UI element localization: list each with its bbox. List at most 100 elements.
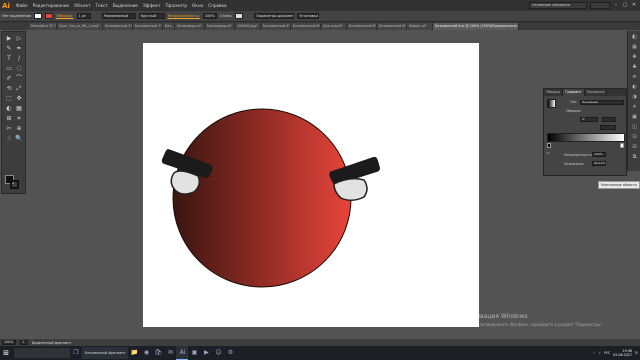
settings-icon[interactable]: ⚙ [224,346,236,360]
slice-tool-icon[interactable]: ✂ [5,125,13,133]
line-tool-icon[interactable]: / [15,55,23,63]
color-panel-icon[interactable]: ◧ [631,34,638,41]
tab-document[interactable]: Картридер.ai* [205,23,235,30]
selection-tool-icon[interactable]: ▶ [5,35,13,43]
tab-document[interactable]: Безымянный-5* [103,23,133,30]
type-tool-icon[interactable]: T [5,55,13,63]
menu-window[interactable]: Окно [192,3,203,8]
reverse-gradient-button[interactable] [600,125,616,130]
tab-document-active[interactable]: Безымянный-8.ai @ 100% (CMYK/Предпросмот… [433,23,519,30]
fill-swatch[interactable] [34,13,43,19]
free-transform-tool-icon[interactable]: ⬚ [5,95,13,103]
artboard-tool-icon[interactable]: ⌗ [15,115,23,123]
shape-builder-tool-icon[interactable]: ✥ [15,95,23,103]
store-icon[interactable]: 🛍 [152,346,164,360]
chat-icon[interactable]: ☺ [212,346,224,360]
mesh-tool-icon[interactable]: ▦ [15,105,23,113]
document-setup-button[interactable]: Параметры документа [254,13,295,19]
scale-tool-icon[interactable]: ⤢ [15,85,23,93]
gradient-preview[interactable] [547,99,556,108]
brushes-panel-icon[interactable]: ✤ [631,54,638,61]
tab-document[interactable]: Календарь.ai* [175,23,205,30]
tab-document[interactable]: 100000.jpg* [235,23,261,30]
menu-help[interactable]: Справка [208,3,226,8]
stroke-color-swatch[interactable] [10,180,19,189]
pen-tool-icon[interactable]: ✒ [15,45,23,53]
tab-document[interactable]: Мелкий.ai @ 7... [29,23,57,30]
menu-edit[interactable]: Редактирование [33,3,70,8]
face-circle[interactable] [172,108,352,288]
align-panel-icon[interactable]: ⊟ [631,144,638,151]
profile-select[interactable]: Равномерный [101,13,136,19]
aspect-ratio-field[interactable] [602,117,616,122]
hand-tool-icon[interactable]: ☝ [5,135,13,143]
stop-opacity-field[interactable]: 100% [592,152,606,157]
taskbar-search[interactable] [14,348,70,358]
menu-effect[interactable]: Эффект [143,3,161,8]
transform-panel-icon[interactable]: ⊡ [631,134,638,141]
menu-select[interactable]: Выделение [113,3,138,8]
taskbar-active-window[interactable]: Безымянный фрагмент [82,347,129,359]
ellipse-tool-icon[interactable]: ◌ [15,65,23,73]
mail-icon[interactable]: ✉ [164,346,176,360]
layers-panel-icon[interactable]: ◫ [631,124,638,131]
stroke-panel-icon[interactable]: ≡ [631,74,638,81]
menu-object[interactable]: Объект [74,3,90,8]
gradient-type-select[interactable]: Линейный [580,100,624,105]
tab-document[interactable]: Безымянный-4* [261,23,291,30]
tab-document[interactable]: Безымянный-7* [133,23,163,30]
transparency-panel-icon[interactable]: ◑ [631,94,638,101]
gradient-panel-icon[interactable]: ◐ [631,84,638,91]
clock[interactable]: 19:56 05.06.2017 [613,349,632,357]
tab-document[interactable]: Ффорт.ai* [407,23,433,30]
opacity-field[interactable]: 100% [202,13,217,19]
stroke-swatch[interactable] [45,13,54,19]
menu-type[interactable]: Текст [96,3,108,8]
direct-selection-tool-icon[interactable]: ▷ [15,35,23,43]
zoom-field[interactable]: 100% [2,340,16,345]
pathfinder-panel-icon[interactable]: ⧉ [631,154,638,161]
graphic-styles-panel-icon[interactable]: ▣ [631,114,638,121]
windows-start-icon[interactable]: ⊞ [0,346,12,360]
illustrator-icon[interactable]: Ai [176,346,189,360]
brush-select[interactable]: Круглый [138,13,165,19]
rectangle-tool-icon[interactable]: ▭ [5,65,13,73]
minimize-icon[interactable]: – [613,2,619,9]
magic-wand-tool-icon[interactable]: ✎ [5,45,13,53]
network-icon[interactable]: ⌔ [593,351,596,356]
swatches-panel-icon[interactable]: ▦ [631,44,638,51]
opacity-link[interactable]: Непрозрачность: [168,14,200,18]
zoom-tool-icon[interactable]: 🔍 [15,135,23,143]
media-icon[interactable]: ▶ [200,346,212,360]
tab-document[interactable]: Безымянный-6* [377,23,407,30]
tab-transparency[interactable]: Прозрачно [585,89,608,96]
preferences-button[interactable]: Установки [297,13,320,19]
gradient-slider[interactable] [547,133,625,142]
browser-icon[interactable]: ◉ [140,346,152,360]
graph-tool-icon[interactable]: ⊞ [5,115,13,123]
gradient-angle-field[interactable]: 0° [580,117,598,122]
notifications-icon[interactable]: ☰ [635,351,638,355]
task-view-icon[interactable]: ❒ [70,346,82,360]
symbols-panel-icon[interactable]: ♣ [631,64,638,71]
volume-icon[interactable]: ♪ [599,351,601,355]
tab-gradient[interactable]: Градиент [563,89,585,96]
search-input[interactable] [590,2,610,9]
close-icon[interactable]: ✕ [631,2,637,9]
tab-document[interactable]: Без... [163,23,175,30]
eyedropper-tool-icon[interactable]: ⊕ [15,125,23,133]
gradient-tool-icon[interactable]: ◐ [5,105,13,113]
menu-file[interactable]: Файл [16,3,28,8]
style-swatch[interactable] [235,13,244,19]
language-indicator[interactable]: РУС [604,351,610,355]
delete-stop-icon[interactable]: ▭ [546,150,552,155]
artboard-number-field[interactable]: 1 [20,340,28,345]
tab-document[interactable]: Для сод.ai* [321,23,347,30]
rotate-tool-icon[interactable]: ⟲ [5,85,13,93]
appearance-panel-icon[interactable]: ☀ [631,104,638,111]
angry-face-artwork[interactable] [141,82,389,316]
workspace-select[interactable]: Основные сведения [529,2,587,9]
stroke-weight-field[interactable]: 1 pt [76,13,91,19]
stop-location-field[interactable]: 96,12% [592,161,606,166]
tab-document[interactable]: Безымянный-8* [347,23,377,30]
